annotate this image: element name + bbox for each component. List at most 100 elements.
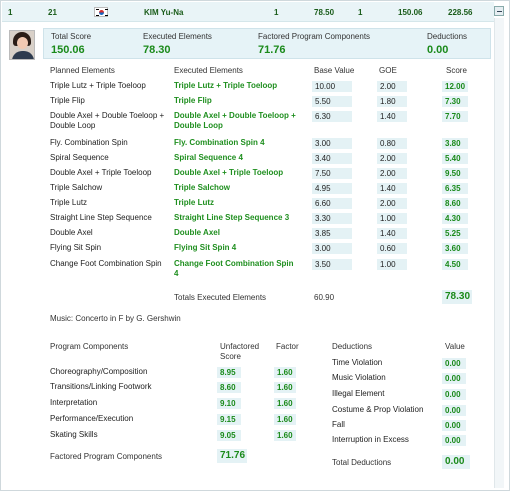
goe-header: GOE: [379, 66, 397, 75]
base-value: 3.00: [312, 243, 352, 254]
element-score: 6.35: [442, 183, 468, 194]
component-name: Performance/Execution: [50, 414, 134, 423]
program-components-header: Program Components: [50, 342, 129, 351]
goe-value: 2.00: [377, 198, 407, 209]
executed-element: Triple Lutz: [174, 198, 214, 207]
scrollbar[interactable]: [494, 18, 504, 488]
short-program-rank: 1: [274, 8, 279, 17]
planned-elements-header: Planned Elements: [50, 66, 115, 75]
base-value: 7.50: [312, 168, 352, 179]
component-score: 8.60: [217, 382, 241, 393]
component-score: 9.15: [217, 414, 241, 425]
base-value: 4.95: [312, 183, 352, 194]
executed-elements-label: Executed Elements: [143, 32, 212, 41]
element-score: 7.30: [442, 96, 468, 107]
deduction-name: Time Violation: [332, 358, 383, 367]
component-factor: 1.60: [274, 367, 296, 378]
component-name: Choreography/Composition: [50, 367, 148, 376]
total-deductions-label: Total Deductions: [332, 458, 392, 467]
deduction-name: Fall: [332, 420, 345, 429]
planned-element: Triple Salchow: [50, 183, 103, 192]
element-score: 4.50: [442, 259, 468, 270]
deduction-value: 0.00: [442, 389, 466, 400]
deduction-value: 0.00: [442, 405, 466, 416]
base-value: 3.30: [312, 213, 352, 224]
deductions-header: Deductions: [332, 342, 373, 351]
executed-element: Change Foot Combination Spin 4: [174, 259, 294, 278]
element-score: 3.60: [442, 243, 468, 254]
totals-executed-label: Totals Executed Elements: [174, 293, 267, 302]
goe-value: 2.00: [377, 168, 407, 179]
deductions-label: Deductions: [427, 32, 468, 41]
total-score-value: 150.06: [51, 44, 85, 56]
base-value: 10.00: [312, 81, 352, 92]
score-header: Score: [446, 66, 467, 75]
free-skating-score: 150.06: [398, 8, 423, 17]
goe-value: 1.40: [377, 228, 407, 239]
goe-value: 0.60: [377, 243, 407, 254]
deduction-name: Illegal Element: [332, 389, 385, 398]
score-panel: 1 21 KIM Yu-Na 1 78.50 1 150.06 228.56 T…: [0, 0, 510, 491]
planned-element: Double Axel + Triple Toeloop: [50, 168, 152, 177]
planned-element: Flying Sit Spin: [50, 243, 102, 252]
component-factor: 1.60: [274, 430, 296, 441]
goe-value: 1.40: [377, 111, 407, 122]
base-value: 3.85: [312, 228, 352, 239]
component-name: Transitions/Linking Footwork: [50, 382, 152, 391]
korea-flag-icon: [94, 7, 108, 17]
factored-components-total-label: Factored Program Components: [50, 452, 163, 461]
element-score: 3.80: [442, 138, 468, 149]
collapse-icon[interactable]: [494, 6, 504, 16]
executed-element: Triple Flip: [174, 96, 212, 105]
component-factor: 1.60: [274, 398, 296, 409]
planned-element: Triple Flip: [50, 96, 85, 105]
deduction-name: Interruption in Excess: [332, 435, 409, 444]
component-name: Skating Skills: [50, 430, 98, 439]
factored-components-value: 71.76: [258, 44, 286, 56]
deduction-value: 0.00: [442, 373, 466, 384]
start-number: 21: [48, 8, 57, 17]
element-score: 5.25: [442, 228, 468, 239]
executed-element: Fly. Combination Spin 4: [174, 138, 265, 147]
deductions-value: 0.00: [427, 44, 449, 56]
base-value: 5.50: [312, 96, 352, 107]
total-score-cell: 228.56: [448, 8, 473, 17]
base-value: 6.60: [312, 198, 352, 209]
element-score: 8.60: [442, 198, 468, 209]
goe-value: 0.80: [377, 138, 407, 149]
factored-components-total: 71.76: [217, 449, 247, 463]
goe-value: 1.00: [377, 259, 407, 270]
executed-element: Flying Sit Spin 4: [174, 243, 237, 252]
free-skating-rank: 1: [358, 8, 363, 17]
goe-value: 2.00: [377, 81, 407, 92]
element-score: 5.40: [442, 153, 468, 164]
skater-name[interactable]: KIM Yu-Na: [144, 8, 183, 17]
planned-element: Triple Lutz + Triple Toeloop: [50, 81, 146, 90]
executed-elements-value: 78.30: [143, 44, 171, 56]
totals-base-value: 60.90: [314, 293, 335, 302]
deduction-value: 0.00: [442, 420, 466, 431]
component-name: Interpretation: [50, 398, 98, 407]
executed-element: Straight Line Step Sequence 3: [174, 213, 290, 222]
total-score-label: Total Score: [51, 32, 92, 41]
totals-score: 78.30: [442, 290, 472, 304]
element-score: 7.70: [442, 111, 468, 122]
executed-element: Double Axel + Double Toeloop + Double Lo…: [174, 111, 296, 130]
rank: 1: [8, 8, 13, 17]
deduction-name: Music Violation: [332, 373, 386, 382]
music-info: Music: Concerto in F by G. Gershwin: [50, 314, 181, 323]
skater-result-row[interactable]: 1 21 KIM Yu-Na 1 78.50 1 150.06 228.56: [2, 2, 494, 22]
short-program-score: 78.50: [314, 8, 335, 17]
component-factor: 1.60: [274, 382, 296, 393]
executed-element: Double Axel: [174, 228, 220, 237]
deduction-value: 0.00: [442, 435, 466, 446]
score-summary: Total Score 150.06 Executed Elements 78.…: [43, 28, 491, 59]
goe-value: 1.40: [377, 183, 407, 194]
goe-value: 1.00: [377, 213, 407, 224]
component-score: 8.95: [217, 367, 241, 378]
base-value: 6.30: [312, 111, 352, 122]
executed-element: Triple Lutz + Triple Toeloop: [174, 81, 278, 90]
planned-element: Spiral Sequence: [50, 153, 109, 162]
element-score: 4.30: [442, 213, 468, 224]
deduction-value-header: Value: [445, 342, 465, 351]
